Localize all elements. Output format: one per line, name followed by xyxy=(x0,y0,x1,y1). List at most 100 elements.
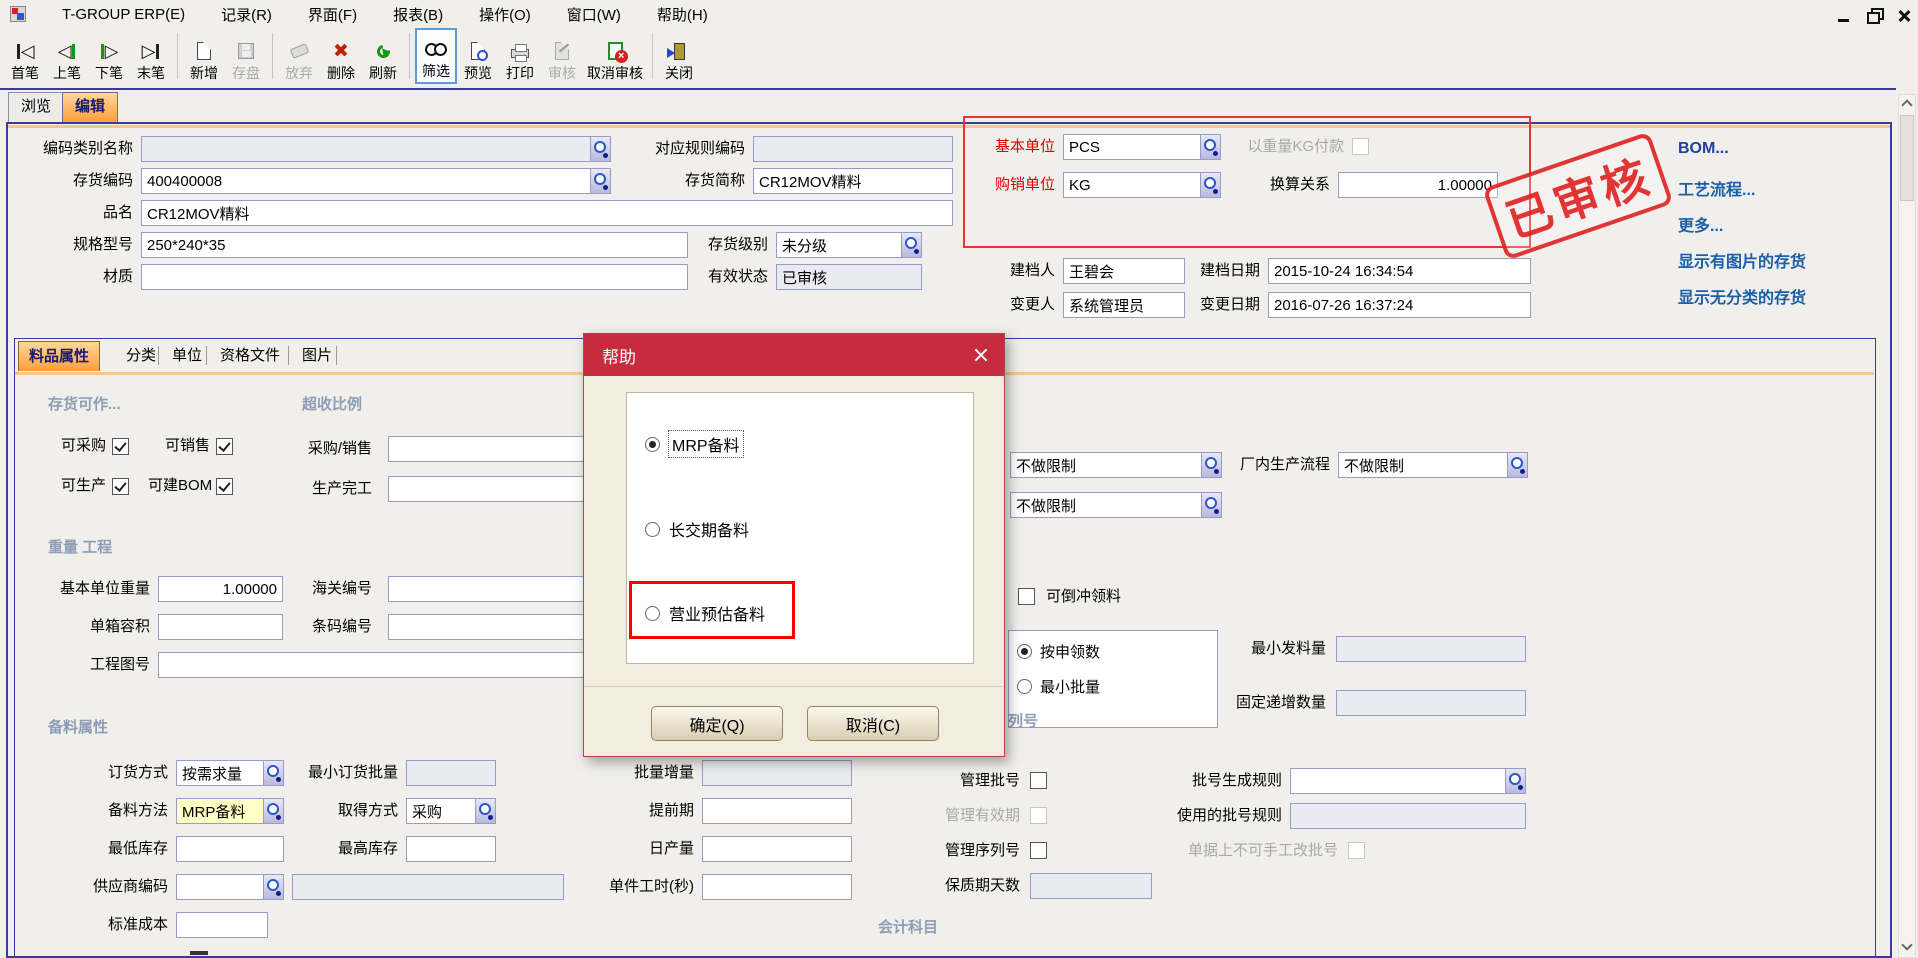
std-cost-field[interactable] xyxy=(176,912,268,938)
obtain-field[interactable]: 采购 xyxy=(406,798,496,824)
lookup-icon[interactable] xyxy=(263,875,283,899)
lookup-icon[interactable] xyxy=(1201,493,1221,517)
material-field[interactable] xyxy=(141,264,688,290)
radio-min-batch[interactable]: 最小批量 xyxy=(1017,676,1100,697)
eraser-icon xyxy=(291,37,308,65)
first-record-button[interactable]: ◁ 首笔 xyxy=(4,28,46,84)
lookup-icon[interactable] xyxy=(1201,453,1221,477)
close-window-button[interactable] xyxy=(1894,8,1916,24)
lookup-icon[interactable] xyxy=(1507,453,1527,477)
link-show-unclassified[interactable]: 显示无分类的存货 xyxy=(1678,284,1806,308)
menu-operation[interactable]: 操作(O) xyxy=(479,4,531,25)
scroll-up-arrow[interactable] xyxy=(1899,95,1915,113)
last-record-button[interactable]: ▷ 末笔 xyxy=(130,28,172,84)
minimize-button[interactable] xyxy=(1834,8,1856,24)
link-show-with-image[interactable]: 显示有图片的存货 xyxy=(1678,248,1806,272)
batch-rule-field[interactable] xyxy=(1290,768,1526,794)
no-manual-batch-checkbox[interactable] xyxy=(1348,842,1365,859)
subtab-qualification[interactable]: 资格文件 xyxy=(210,341,290,371)
prod-done-field[interactable] xyxy=(388,476,588,502)
audit-button[interactable]: 审核 xyxy=(541,28,583,84)
limit-a-field[interactable]: 不做限制 xyxy=(1010,452,1222,478)
name-field[interactable]: CR12MOV精料 xyxy=(141,200,953,226)
tab-browse[interactable]: 浏览 xyxy=(8,92,64,122)
buy-sell-field[interactable] xyxy=(388,436,588,462)
max-stock-field[interactable] xyxy=(406,836,496,862)
subtab-unit[interactable]: 单位 xyxy=(162,341,212,371)
scroll-thumb[interactable] xyxy=(1900,115,1914,201)
vertical-scrollbar[interactable] xyxy=(1898,94,1916,958)
backflush-checkbox[interactable] xyxy=(1018,588,1035,605)
close-button[interactable]: 关闭 xyxy=(658,28,700,84)
code-type-field[interactable] xyxy=(141,136,611,162)
lookup-icon[interactable] xyxy=(1505,769,1525,793)
link-process-flow[interactable]: 工艺流程... xyxy=(1678,176,1755,200)
manage-batch-checkbox[interactable] xyxy=(1030,772,1047,789)
lookup-icon[interactable] xyxy=(263,761,283,785)
link-more[interactable]: 更多... xyxy=(1678,212,1723,236)
option-long-lead[interactable]: 长交期备料 xyxy=(645,517,749,541)
daily-field[interactable] xyxy=(702,836,852,862)
next-record-button[interactable]: ▷ 下笔 xyxy=(88,28,130,84)
tab-edit[interactable]: 编辑 xyxy=(62,92,118,122)
refresh-button[interactable]: 刷新 xyxy=(362,28,404,84)
lookup-icon[interactable] xyxy=(901,233,921,257)
menu-interface[interactable]: 界面(F) xyxy=(308,4,357,25)
restore-button[interactable] xyxy=(1864,8,1886,24)
lookup-icon[interactable] xyxy=(590,137,610,161)
prev-record-button[interactable]: ◁ 上笔 xyxy=(46,28,88,84)
cancel-button[interactable]: 取消(C) xyxy=(807,706,939,741)
rule-code-field[interactable] xyxy=(753,136,953,162)
inv-code-field[interactable]: 400400008 xyxy=(141,168,611,194)
section-account: 会计科目 xyxy=(878,918,938,938)
menu-tgroup-erp[interactable]: T-GROUP ERP(E) xyxy=(62,6,185,23)
flow-field[interactable]: 不做限制 xyxy=(1338,452,1528,478)
link-bom[interactable]: BOM... xyxy=(1678,140,1729,158)
delete-button[interactable]: 删除 xyxy=(320,28,362,84)
ok-button[interactable]: 确定(Q) xyxy=(651,706,783,741)
field-value: 不做限制 xyxy=(1016,495,1197,516)
print-button[interactable]: 打印 xyxy=(499,28,541,84)
min-stock-field[interactable] xyxy=(176,836,284,862)
radio-by-request[interactable]: 按申领数 xyxy=(1017,641,1100,662)
toolbar-label: 打印 xyxy=(506,65,534,82)
unaudit-button[interactable]: 取消审核 xyxy=(583,28,647,84)
unit-weight-field[interactable]: 1.00000 xyxy=(158,576,283,602)
lookup-icon[interactable] xyxy=(263,799,283,823)
add-button[interactable]: 新增 xyxy=(183,28,225,84)
lead-field[interactable] xyxy=(702,798,852,824)
scroll-down-arrow[interactable] xyxy=(1899,939,1915,957)
volume-field[interactable] xyxy=(158,614,283,640)
supplier-field[interactable] xyxy=(176,874,284,900)
subtab-item-props[interactable]: 料品属性 xyxy=(18,341,100,371)
dialog-title-bar[interactable]: 帮助 xyxy=(584,334,1004,376)
level-field[interactable]: 未分级 xyxy=(776,232,922,258)
subtab-image[interactable]: 图片 xyxy=(292,341,342,371)
lookup-icon[interactable] xyxy=(475,799,495,823)
sell-checkbox[interactable] xyxy=(216,438,233,455)
filter-button[interactable]: 筛选 xyxy=(415,28,457,84)
preview-button[interactable]: 预览 xyxy=(457,28,499,84)
unit-time-field[interactable] xyxy=(702,874,852,900)
inv-short-field[interactable]: CR12MOV精料 xyxy=(753,168,953,194)
spec-field[interactable]: 250*240*35 xyxy=(141,232,688,258)
lookup-icon[interactable] xyxy=(590,169,610,193)
buy-checkbox[interactable] xyxy=(112,438,129,455)
bom-checkbox[interactable] xyxy=(216,478,233,495)
option-mrp[interactable]: MRP备料 xyxy=(645,431,743,457)
customs-field[interactable] xyxy=(388,576,588,602)
menu-record[interactable]: 记录(R) xyxy=(221,4,272,25)
manage-serial-checkbox[interactable] xyxy=(1030,842,1047,859)
menu-window[interactable]: 窗口(W) xyxy=(567,4,621,25)
prep-method-field[interactable]: MRP备料 xyxy=(176,798,284,824)
discard-button[interactable]: 放弃 xyxy=(278,28,320,84)
save-button[interactable]: 存盘 xyxy=(225,28,267,84)
manage-validity-checkbox[interactable] xyxy=(1030,807,1047,824)
menu-report[interactable]: 报表(B) xyxy=(393,4,443,25)
make-checkbox[interactable] xyxy=(112,478,129,495)
limit-b-field[interactable]: 不做限制 xyxy=(1010,492,1222,518)
dialog-close-icon[interactable] xyxy=(970,344,992,366)
menu-help[interactable]: 帮助(H) xyxy=(657,4,708,25)
barcode-field[interactable] xyxy=(388,614,588,640)
order-mode-field[interactable]: 按需求量 xyxy=(176,760,284,786)
